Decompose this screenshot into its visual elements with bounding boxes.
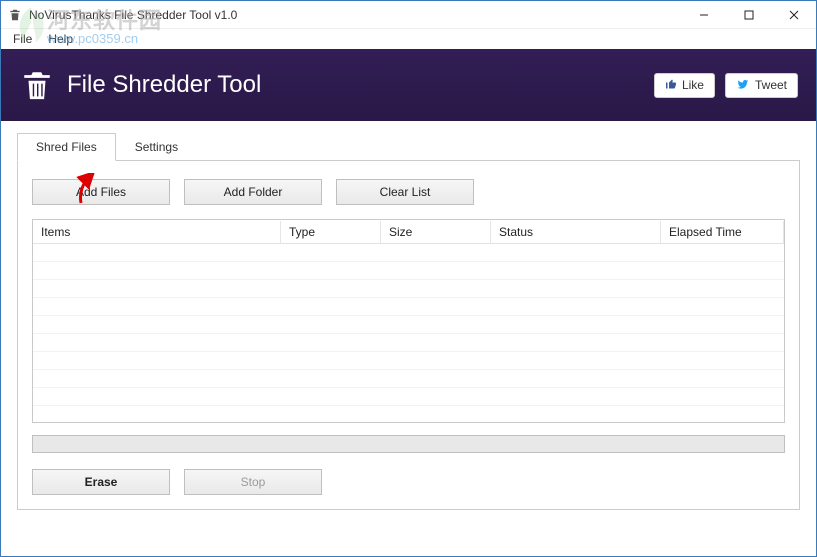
stop-button[interactable]: Stop [184,469,322,495]
action-row: Erase Stop [32,469,785,495]
column-size[interactable]: Size [381,221,491,243]
like-label: Like [682,78,704,92]
titlebar: NoVirusThanks File Shredder Tool v1.0 [1,1,816,29]
trash-icon [19,67,55,103]
list-row [33,388,784,406]
list-row [33,244,784,262]
clear-list-button[interactable]: Clear List [336,179,474,205]
tab-panel-shred-files: Add Files Add Folder Clear List Items Ty… [17,161,800,510]
menubar: File Help [1,29,816,49]
app-icon [7,7,23,23]
tweet-button[interactable]: Tweet [725,73,798,98]
like-button[interactable]: Like [654,73,715,98]
file-toolbar: Add Files Add Folder Clear List [32,179,785,205]
erase-button[interactable]: Erase [32,469,170,495]
list-row [33,370,784,388]
twitter-icon [736,78,750,93]
add-files-button[interactable]: Add Files [32,179,170,205]
list-rows [33,244,784,422]
maximize-button[interactable] [726,1,771,29]
column-elapsed[interactable]: Elapsed Time [661,221,784,243]
column-items[interactable]: Items [33,221,281,243]
menu-help[interactable]: Help [40,30,81,48]
list-row [33,352,784,370]
thumbs-up-icon [665,78,677,93]
list-row [33,316,784,334]
list-row [33,334,784,352]
banner: File Shredder Tool Like Tweet [1,49,816,121]
minimize-button[interactable] [681,1,726,29]
app-title: File Shredder Tool [67,71,644,99]
progress-bar [32,435,785,453]
add-folder-button[interactable]: Add Folder [184,179,322,205]
list-row [33,280,784,298]
menu-file[interactable]: File [5,30,40,48]
tabbar: Shred Files Settings [17,133,800,161]
list-row [33,262,784,280]
column-type[interactable]: Type [281,221,381,243]
close-button[interactable] [771,1,816,29]
window-title: NoVirusThanks File Shredder Tool v1.0 [29,8,681,22]
file-list[interactable]: Items Type Size Status Elapsed Time [32,219,785,423]
column-status[interactable]: Status [491,221,661,243]
tweet-label: Tweet [755,78,787,92]
content-area: Shred Files Settings Add Files Add Folde… [1,121,816,522]
tab-settings[interactable]: Settings [116,133,197,160]
tab-shred-files[interactable]: Shred Files [17,133,116,161]
window-controls [681,1,816,29]
list-header: Items Type Size Status Elapsed Time [33,220,784,244]
list-row [33,298,784,316]
